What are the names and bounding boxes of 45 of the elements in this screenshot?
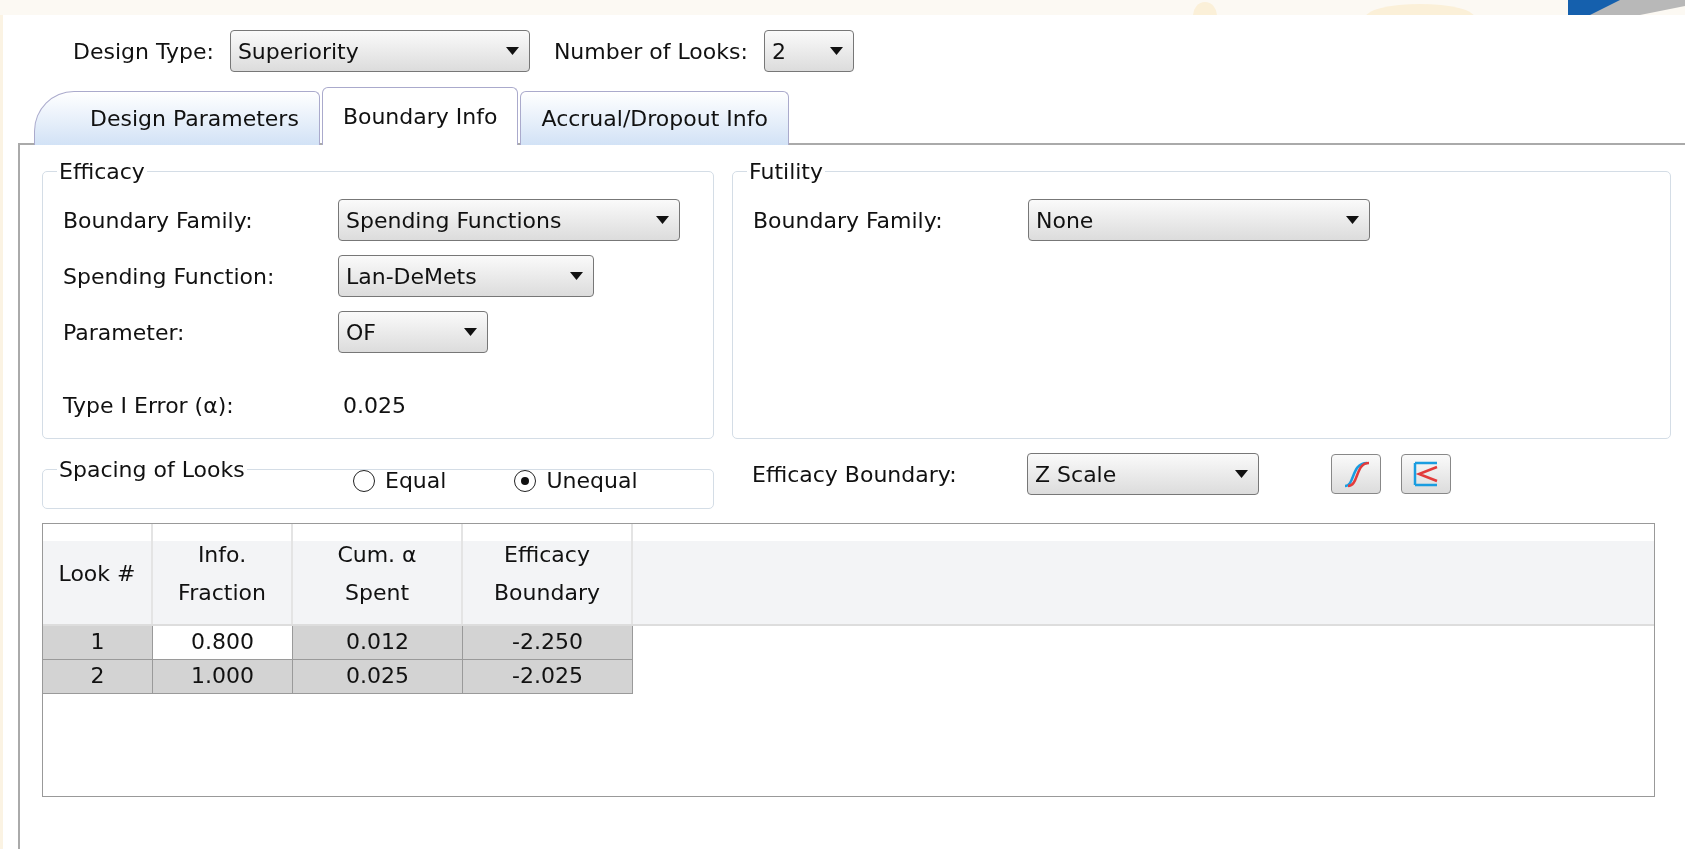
field-label: Boundary Family: xyxy=(63,207,254,233)
curve-chart-button[interactable] xyxy=(1331,454,1381,494)
dropdown[interactable]: None xyxy=(1028,199,1370,241)
column-header: Look # xyxy=(58,560,136,588)
dropdown[interactable]: 2 xyxy=(763,30,854,72)
field-label: Spending Function: xyxy=(63,263,276,289)
caret-icon xyxy=(505,47,519,55)
column-header: Efficacy Boundary xyxy=(493,541,601,607)
dropdown[interactable]: Spending Functions xyxy=(338,199,680,241)
field-label: Design Type: xyxy=(73,38,214,64)
dropdown[interactable]: Superiority xyxy=(229,30,530,72)
caret-icon xyxy=(1235,470,1248,478)
caret-icon xyxy=(464,328,477,336)
field-label: Boundary Family: xyxy=(753,207,944,233)
caret-icon xyxy=(1346,216,1359,224)
table-cell: 1.000 xyxy=(153,660,293,694)
radio-button[interactable]: Equal xyxy=(353,468,447,493)
column-header: Cum. α Spent xyxy=(336,541,418,607)
table-cell: 2 xyxy=(43,660,153,694)
caret-icon xyxy=(829,47,843,55)
radio-button[interactable]: Unequal xyxy=(514,468,638,493)
group-title: Spacing of Looks xyxy=(58,457,246,482)
field-label: Efficacy Boundary: xyxy=(752,461,958,487)
column-header: Info. Fraction xyxy=(177,541,267,607)
boundary-chart-button[interactable] xyxy=(1401,454,1451,494)
table-cell: 0.025 xyxy=(293,660,463,694)
dropdown[interactable]: Lan-DeMets xyxy=(338,255,594,297)
group-title: Efficacy xyxy=(58,159,146,184)
table-cell: -2.250 xyxy=(463,626,633,660)
dropdown[interactable]: OF xyxy=(338,311,488,353)
caret-icon xyxy=(656,216,669,224)
group-title: Futility xyxy=(748,159,824,184)
table-cell: 0.012 xyxy=(293,626,463,660)
tab[interactable]: Accrual/Dropout Info xyxy=(520,91,789,145)
field-label: Parameter: xyxy=(63,319,186,345)
dropdown[interactable]: Z Scale xyxy=(1027,453,1259,495)
field-label: Type I Error (α): xyxy=(63,393,235,418)
tab[interactable]: Design Parameters xyxy=(34,91,320,145)
tab[interactable]: Boundary Info xyxy=(321,87,519,145)
field-label: Number of Looks: xyxy=(553,38,748,64)
field-value: 0.025 xyxy=(342,393,406,418)
caret-icon xyxy=(570,272,583,280)
table-cell: 1 xyxy=(43,626,153,660)
table-cell[interactable]: 0.800 xyxy=(153,626,293,660)
table-cell: -2.025 xyxy=(463,660,633,694)
